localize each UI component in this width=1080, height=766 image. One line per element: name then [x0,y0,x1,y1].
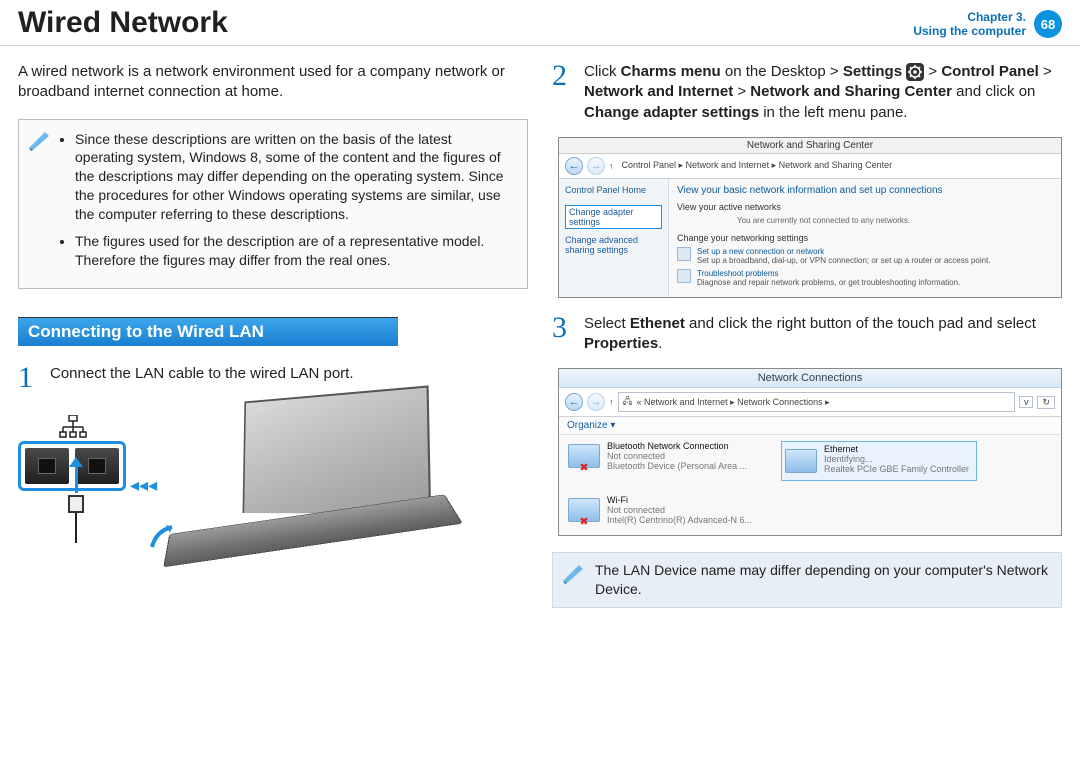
nc-bt-name: Bluetooth Network Connection [607,441,747,451]
nc-item-bluetooth[interactable]: ✖ Bluetooth Network Connection Not conne… [567,441,767,481]
troubleshoot-icon [677,269,691,283]
nc-bt-device: Bluetooth Device (Personal Area ... [607,461,747,471]
header-right: Chapter 3. Using the computer 68 [913,6,1062,39]
lan-port-closeup-1 [25,448,69,484]
rj45-plug-icon [68,495,84,513]
nc-bt-status: Not connected [607,451,747,461]
nc-eth-name: Ethernet [824,444,969,454]
nc-dropdown-icon[interactable]: v [1019,396,1034,408]
troubleshoot-desc: Diagnose and repair network problems, or… [697,278,960,287]
page-number-badge: 68 [1034,10,1062,38]
nsc-main: View your basic network information and … [669,179,1061,297]
page-header: Wired Network Chapter 3. Using the compu… [0,0,1080,46]
nsc-change-hdr: Change your networking settings [677,233,1053,243]
note-icon [27,128,51,152]
wifi-disconnected-x-icon: ✖ [579,518,588,527]
nsc-navbar: ← → ↑ Control Panel ▸ Network and Intern… [559,154,1061,179]
right-column: 2 Click Charms menu on the Desktop > Set… [552,62,1062,608]
nc-wifi-device: Intel(R) Centrino(R) Advanced-N 6... [607,515,752,525]
step-1-number: 1 [18,364,42,391]
pointing-arrows-icon: ◂◂◂ [130,475,157,496]
nc-screenshot: Network Connections ← → ↑ 🖧 « Network an… [558,368,1062,536]
step-2-number: 2 [552,62,576,123]
nc-refresh-icon[interactable]: ↻ [1037,396,1055,409]
setup-connection-icon [677,247,691,261]
note-item-1: Since these descriptions are written on … [75,130,513,224]
nc-eth-status: Identifying... [824,454,969,464]
step-2-text: Click Charms menu on the Desktop > Setti… [584,62,1062,123]
nsc-sidebar: Control Panel Home Change adapter settin… [559,179,669,297]
nc-folder-icon: 🖧 [623,394,633,410]
nc-window-title: Network Connections [559,369,1061,388]
nsc-screenshot: Network and Sharing Center ← → ↑ Control… [558,137,1062,298]
up-icon[interactable]: ↑ [609,161,614,171]
nc-wifi-status: Not connected [607,505,752,515]
lan-illustration: ◂◂◂ [18,405,528,585]
nc-eth-device: Realtek PCIe GBE Family Controller [824,464,969,474]
step-3-text: Select Ethenet and click the right butto… [584,314,1062,355]
nc-up-icon[interactable]: ↑ [609,397,614,407]
organize-menu[interactable]: Organize ▾ [567,420,615,431]
nc-address-bar[interactable]: 🖧 « Network and Internet ▸ Network Conne… [618,392,1015,412]
note-item-2: The figures used for the description are… [75,232,513,270]
nsc-breadcrumb[interactable]: Control Panel ▸ Network and Internet ▸ N… [622,160,893,171]
note-box: Since these descriptions are written on … [18,119,528,289]
settings-gear-icon [906,63,924,81]
setup-connection-link[interactable]: Set up a new connection or network [697,247,991,256]
laptop-illustration [166,393,476,583]
disconnected-x-icon: ✖ [579,464,588,473]
change-advanced-sharing-link[interactable]: Change advanced sharing settings [565,235,662,255]
step-1-text: Connect the LAN cable to the wired LAN p… [50,364,528,391]
ethernet-adapter-icon [785,449,817,473]
chapter-line1: Chapter 3. [913,10,1026,24]
page-title: Wired Network [18,6,228,40]
step-3-number: 3 [552,314,576,355]
back-button[interactable]: ← [565,157,583,175]
nsc-active-sub: You are currently not connected to any n… [737,216,1053,225]
troubleshoot-link[interactable]: Troubleshoot problems [697,269,960,278]
nc-wifi-name: Wi-Fi [607,495,752,505]
device-note-text: The LAN Device name may differ depending… [595,562,1048,597]
nc-item-ethernet[interactable]: Ethernet Identifying... Realtek PCIe GBE… [781,441,977,481]
nc-navbar: ← → ↑ 🖧 « Network and Internet ▸ Network… [559,388,1061,417]
forward-button[interactable]: → [587,157,605,175]
left-column: A wired network is a network environment… [18,62,528,608]
section-heading: Connecting to the Wired LAN [18,317,398,346]
nc-back-button[interactable]: ← [565,393,583,411]
nsc-window-title: Network and Sharing Center [559,138,1061,154]
nc-toolbar: Organize ▾ [559,417,1061,435]
nc-forward-button[interactable]: → [587,393,605,411]
change-adapter-settings-link[interactable]: Change adapter settings [565,205,662,229]
control-panel-home-link[interactable]: Control Panel Home [565,185,662,195]
cable-arrow [68,457,84,543]
nc-breadcrumb: « Network and Internet ▸ Network Connect… [637,397,830,408]
device-note-icon [561,561,585,585]
nsc-active-label: View your active networks [677,202,1053,212]
step-2: 2 Click Charms menu on the Desktop > Set… [552,62,1062,123]
device-note: The LAN Device name may differ depending… [552,552,1062,608]
chapter-info: Chapter 3. Using the computer [913,10,1026,39]
nc-body: ✖ Bluetooth Network Connection Not conne… [559,435,1061,535]
chapter-line2: Using the computer [913,24,1026,38]
intro-text: A wired network is a network environment… [18,62,528,103]
nsc-heading: View your basic network information and … [677,185,1053,196]
step-1: 1 Connect the LAN cable to the wired LAN… [18,364,528,391]
nc-item-wifi[interactable]: ✖ Wi-Fi Not connected Intel(R) Centrino(… [567,495,767,529]
step-3: 3 Select Ethenet and click the right but… [552,314,1062,355]
setup-connection-desc: Set up a broadband, dial-up, or VPN conn… [697,256,991,265]
lan-port-symbol-icon [59,415,87,439]
